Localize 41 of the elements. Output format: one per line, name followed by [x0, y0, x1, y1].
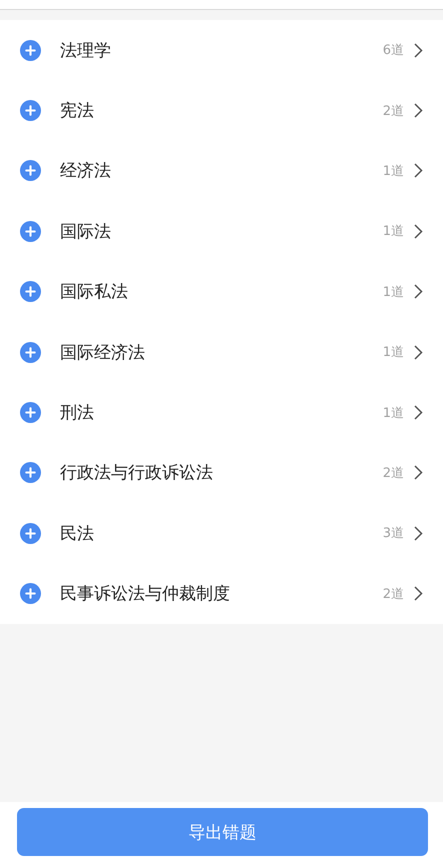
question-count: 1道 — [382, 284, 404, 301]
question-count: 2道 — [382, 586, 404, 603]
category-name: 民法 — [60, 522, 95, 545]
category-name: 民事诉讼法与仲裁制度 — [60, 583, 231, 606]
chevron-right-icon[interactable] — [414, 42, 423, 58]
add-icon[interactable] — [20, 342, 41, 363]
add-icon[interactable] — [20, 583, 41, 604]
question-count: 1道 — [382, 223, 404, 240]
add-icon[interactable] — [20, 160, 41, 182]
chevron-right-icon[interactable] — [414, 224, 423, 239]
chevron-right-icon[interactable] — [414, 526, 423, 541]
category-name: 国际法 — [60, 220, 112, 243]
category-name: 国际私法 — [60, 281, 129, 304]
chevron-right-icon[interactable] — [414, 284, 423, 300]
category-name: 经济法 — [60, 160, 112, 182]
chevron-right-icon[interactable] — [414, 405, 423, 420]
category-name: 刑法 — [60, 402, 95, 424]
chevron-right-icon[interactable] — [414, 163, 423, 178]
question-count: 2道 — [382, 464, 404, 482]
question-count: 1道 — [382, 404, 404, 422]
add-icon[interactable] — [20, 462, 41, 484]
chevron-right-icon[interactable] — [414, 103, 423, 118]
add-icon[interactable] — [20, 100, 41, 122]
question-count: 1道 — [382, 344, 404, 362]
question-count: 2道 — [382, 102, 404, 120]
add-icon[interactable] — [20, 40, 41, 61]
category-name: 宪法 — [60, 100, 95, 122]
chevron-right-icon[interactable] — [414, 586, 423, 602]
question-count: 1道 — [382, 162, 404, 180]
export-button[interactable]: 导出错题 — [17, 808, 428, 856]
add-icon[interactable] — [20, 402, 41, 424]
category-name: 法理学 — [60, 40, 112, 62]
category-name: 国际经济法 — [60, 342, 146, 364]
chevron-right-icon[interactable] — [414, 465, 423, 480]
add-icon[interactable] — [20, 220, 41, 242]
add-icon[interactable] — [20, 522, 41, 544]
add-icon[interactable] — [20, 281, 41, 302]
question-count: 6道 — [382, 42, 404, 60]
chevron-right-icon[interactable] — [414, 344, 423, 360]
category-name: 行政法与行政诉讼法 — [60, 462, 214, 484]
question-count: 3道 — [382, 525, 404, 542]
